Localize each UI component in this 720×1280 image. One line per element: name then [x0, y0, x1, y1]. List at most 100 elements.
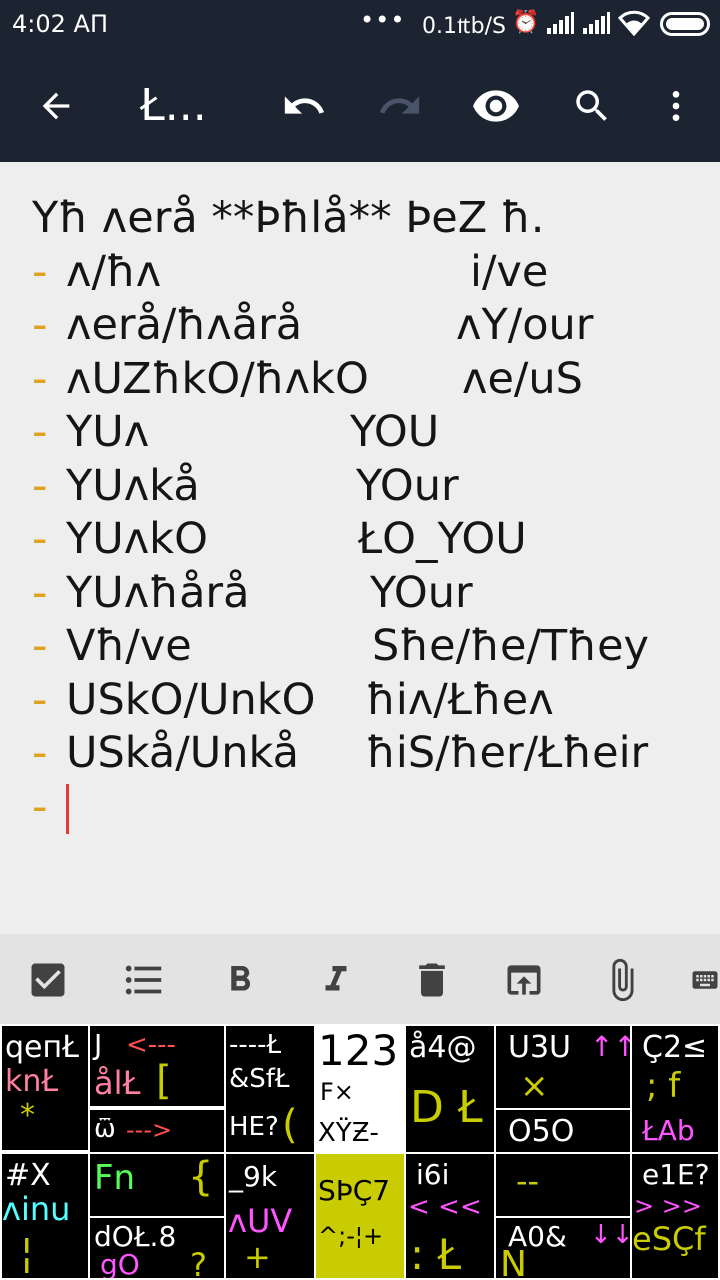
- list-item-right: Sħe/ħe/Tħey: [372, 621, 649, 671]
- redo-icon: [379, 96, 420, 114]
- italic-button[interactable]: [312, 956, 360, 1004]
- list-item-left: YUʌħårå: [66, 567, 250, 618]
- key-label: : Ł: [410, 1230, 462, 1279]
- list-item-left: YUʌkO: [66, 514, 208, 564]
- list-item-left: USkå/Unkå: [66, 728, 299, 778]
- bold-button[interactable]: [216, 956, 264, 1004]
- key-11[interactable]: SÞÇ7 ^;-¦+: [314, 1152, 406, 1280]
- key-label: ԛeпŁ: [5, 1030, 79, 1065]
- list-item-right: ʌY/our: [456, 300, 594, 350]
- list-item-right: ŁO_YOU: [358, 514, 527, 564]
- list-item-right: YOur: [356, 460, 459, 511]
- key-label: ----Ł: [229, 1030, 282, 1060]
- search-icon: [576, 90, 607, 121]
- format-bar: [0, 934, 720, 1024]
- key-label: O5O: [508, 1114, 575, 1149]
- list-item-right: i/ve: [470, 246, 549, 297]
- list-item: - YUʌ YOU: [32, 406, 710, 460]
- paperclip-icon: [612, 958, 634, 1002]
- key-label: 123: [318, 1026, 399, 1075]
- key-label: Fn: [94, 1158, 136, 1198]
- key-label: ; f: [646, 1066, 681, 1106]
- key-label: _9k: [229, 1160, 278, 1193]
- list-item: - ʌ/ħʌ i/ve: [32, 246, 710, 300]
- key-7[interactable]: Ç2≤ ; f ŁAb: [630, 1024, 720, 1154]
- key-2[interactable]: J <--- ålŁ [: [88, 1024, 226, 1108]
- key-numbers[interactable]: 123 F× XŸƵ-: [314, 1024, 406, 1154]
- heading-text: Yħ ʌerå **Þħlå** ÞeZ ħ.: [32, 193, 545, 243]
- key-12[interactable]: i6i < << : Ł: [404, 1152, 496, 1280]
- back-button[interactable]: [28, 78, 84, 134]
- list-dash: -: [32, 567, 48, 618]
- key-label: ^;-¦+: [318, 1222, 384, 1250]
- key-label: XŸƵ-: [318, 1118, 379, 1148]
- note-title[interactable]: Ł...: [140, 78, 207, 134]
- notification-dots: •••: [360, 6, 406, 34]
- list-dash: -: [32, 460, 48, 511]
- list-icon: [125, 965, 162, 995]
- key-label: D Ł: [410, 1082, 483, 1133]
- signal-icon: [547, 12, 574, 34]
- key-label: ʌinu: [2, 1190, 71, 1228]
- key-label: gO: [100, 1248, 140, 1280]
- key-5[interactable]: å4@ D Ł: [404, 1024, 496, 1154]
- list-item-right: ʌe/uS: [462, 353, 583, 404]
- key-label: å4@: [409, 1030, 477, 1065]
- open-in-icon: [507, 965, 541, 995]
- preview-button[interactable]: [468, 78, 524, 134]
- key-8[interactable]: #X ʌinu ¦: [0, 1152, 90, 1280]
- key-9[interactable]: Fn {: [88, 1152, 226, 1218]
- list-item-left: Vħ/ve: [66, 621, 192, 671]
- key-6b[interactable]: O5O: [494, 1108, 632, 1154]
- list-item: - Vħ/ve Sħe/ħe/Tħey: [32, 620, 710, 674]
- key-10[interactable]: _9k ʌUV +: [224, 1152, 316, 1280]
- note-editor[interactable]: Yħ ʌerå **Þħlå** ÞeZ ħ. - ʌ/ħʌ i/ve - ʌerå/…: [0, 162, 720, 934]
- key-2b[interactable]: ѿ --->: [88, 1108, 226, 1154]
- key-13b[interactable]: A0& ↓↓ N: [494, 1216, 632, 1280]
- more-options-button[interactable]: [650, 78, 702, 134]
- redo-button[interactable]: [372, 78, 428, 134]
- key-label: ¦: [20, 1230, 34, 1276]
- battery-icon: [660, 12, 710, 36]
- delete-button[interactable]: [408, 956, 456, 1004]
- key-label: --: [516, 1162, 540, 1200]
- list-item-right: YOU: [350, 407, 440, 457]
- signal-icon-2: [583, 12, 610, 34]
- attach-button[interactable]: [598, 956, 646, 1004]
- key-label: eSÇf: [632, 1220, 706, 1258]
- list-item-current: -: [32, 781, 710, 834]
- key-label: +: [244, 1238, 271, 1276]
- list-item-left: ʌUZħkO/ħʌkO: [66, 353, 369, 404]
- key-label: ↓↓: [590, 1220, 632, 1250]
- key-label: SÞÇ7: [318, 1174, 391, 1207]
- list-item-right: YOur: [370, 567, 473, 618]
- list-dash: -: [32, 674, 48, 725]
- key-label: ålŁ: [94, 1064, 141, 1102]
- key-label: Ç2≤: [642, 1030, 708, 1065]
- status-time: 4:02 AΠ: [12, 10, 108, 38]
- list-dash: -: [32, 246, 48, 297]
- key-3[interactable]: ----Ł &SfŁ HE? (: [224, 1024, 316, 1154]
- key-14[interactable]: e1E? > >> eSÇf: [630, 1152, 720, 1280]
- key-label: HE?: [229, 1112, 279, 1142]
- editor-content[interactable]: Yħ ʌerå **Þħlå** ÞeZ ħ. - ʌ/ħʌ i/ve - ʌerå/…: [32, 192, 710, 834]
- keyboard-icon: [692, 971, 718, 989]
- key-6[interactable]: U3U ↑↑ ×: [494, 1024, 632, 1110]
- share-button[interactable]: [500, 956, 548, 1004]
- list-item: - USkO/UnkO ħiʌ/Łħeʌ: [32, 674, 710, 728]
- search-button[interactable]: [564, 78, 620, 134]
- key-9b[interactable]: dOŁ.8 gO ?: [88, 1216, 226, 1280]
- key-1[interactable]: ԛeпŁ knŁ *: [0, 1024, 90, 1152]
- list-dash: -: [32, 353, 48, 404]
- key-label: U3U: [508, 1030, 572, 1065]
- checkbox-button[interactable]: [24, 956, 72, 1004]
- keyboard-button[interactable]: [690, 956, 720, 1004]
- list-dash: -: [32, 407, 48, 457]
- key-label: N: [500, 1244, 527, 1280]
- key-label: F×: [320, 1078, 354, 1106]
- list-item: - USkå/Unkå ħiS/ħer/Łħeir: [32, 727, 710, 781]
- key-13[interactable]: --: [494, 1152, 632, 1218]
- italic-icon: [325, 966, 347, 991]
- undo-button[interactable]: [276, 78, 332, 134]
- bullet-list-button[interactable]: [118, 956, 170, 1004]
